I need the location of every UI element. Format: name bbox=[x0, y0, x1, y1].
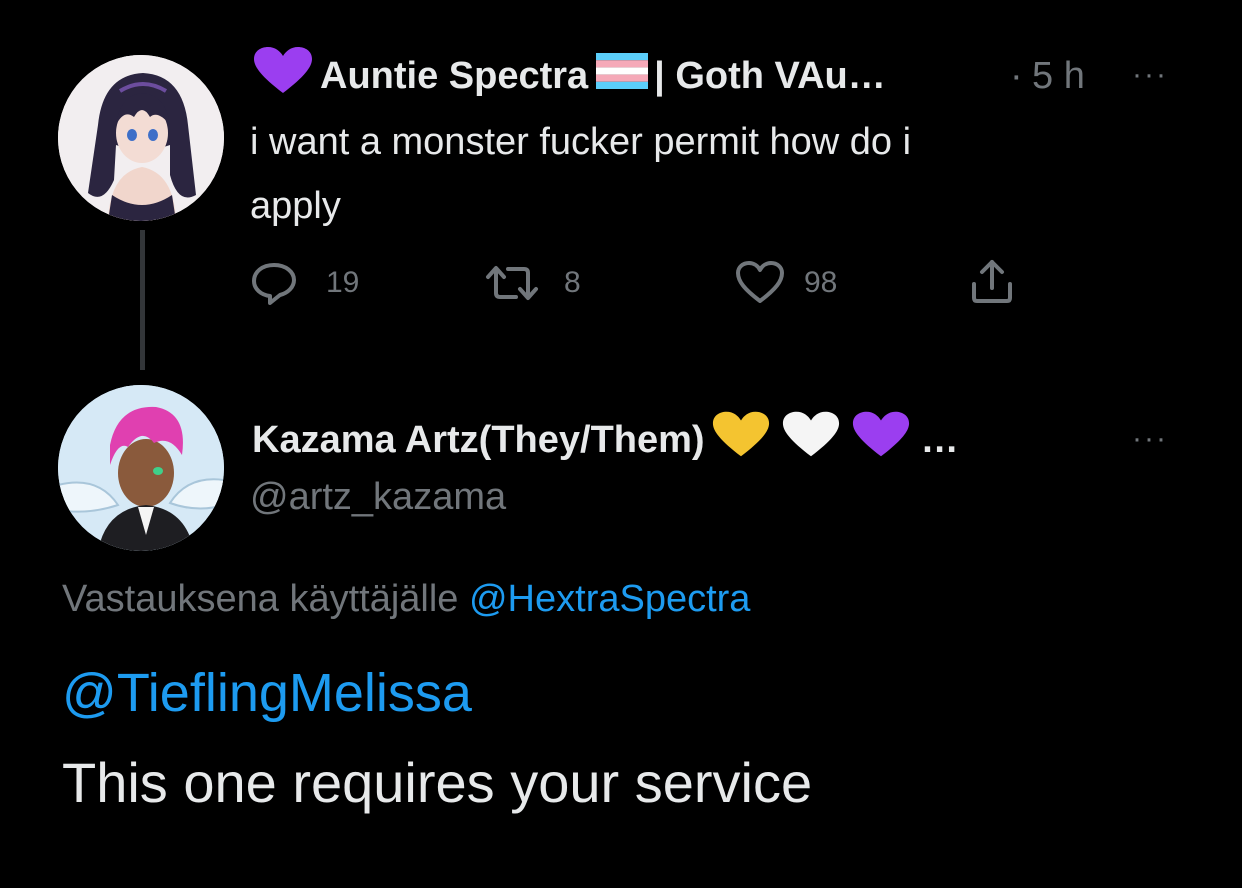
tweet2-name-ellipsis: … bbox=[920, 418, 959, 461]
tweet1-timestamp[interactable]: 5 h bbox=[1032, 55, 1085, 98]
tweet1-more-icon[interactable]: ··· bbox=[1132, 58, 1168, 92]
tweet2-text: This one requires your service bbox=[62, 751, 813, 814]
reply-count: 19 bbox=[326, 266, 360, 299]
share-icon bbox=[968, 256, 1016, 306]
like-button[interactable]: 98 bbox=[734, 258, 837, 308]
white-heart-icon bbox=[781, 411, 841, 469]
yellow-heart-icon bbox=[711, 411, 771, 469]
tweet1-text: i want a monster fucker permit how do i … bbox=[250, 110, 1150, 238]
like-icon bbox=[734, 259, 786, 307]
retweet-button[interactable]: 8 bbox=[484, 258, 581, 308]
tweet2-handle[interactable]: @artz_kazama bbox=[250, 476, 506, 519]
retweet-count: 8 bbox=[564, 266, 581, 299]
tweet1-display-name: Auntie Spectra bbox=[320, 54, 589, 97]
tweet1-author[interactable]: Auntie Spectra | Goth VAu… bbox=[252, 47, 886, 100]
avatar-illustration bbox=[58, 385, 224, 551]
purple-heart-icon bbox=[252, 47, 314, 105]
tweet2-display-name: Kazama Artz(They/Them) bbox=[252, 418, 705, 461]
thread-connector-line bbox=[140, 230, 145, 370]
tweet1-text-line2: apply bbox=[250, 185, 341, 227]
tweet2-author[interactable]: Kazama Artz(They/Them) … bbox=[252, 411, 959, 469]
reply-context-prefix: Vastauksena käyttäjälle bbox=[62, 578, 459, 620]
reply-button[interactable]: 19 bbox=[250, 258, 359, 308]
tweet1-separator: · bbox=[1010, 55, 1023, 97]
mention-link[interactable]: @TieflingMelissa bbox=[62, 662, 472, 724]
tweet1-text-line1: i want a monster fucker permit how do i bbox=[250, 121, 912, 163]
avatar-auntie-spectra[interactable] bbox=[58, 55, 224, 221]
avatar-kazama-artz[interactable] bbox=[58, 385, 224, 551]
purple-heart-icon bbox=[851, 411, 911, 469]
tweet1-display-name-suffix: | Goth VAu… bbox=[654, 54, 886, 97]
share-button[interactable] bbox=[968, 256, 1016, 306]
retweet-icon bbox=[484, 259, 540, 307]
like-count: 98 bbox=[804, 266, 838, 299]
reply-context-handle-link[interactable]: @HextraSpectra bbox=[469, 578, 750, 620]
avatar-illustration bbox=[58, 55, 224, 221]
transgender-flag-icon bbox=[596, 53, 649, 99]
tweet2-more-icon[interactable]: ··· bbox=[1132, 422, 1168, 456]
reply-icon bbox=[250, 259, 298, 307]
reply-context: Vastauksena käyttäjälle @HextraSpectra bbox=[62, 578, 750, 621]
